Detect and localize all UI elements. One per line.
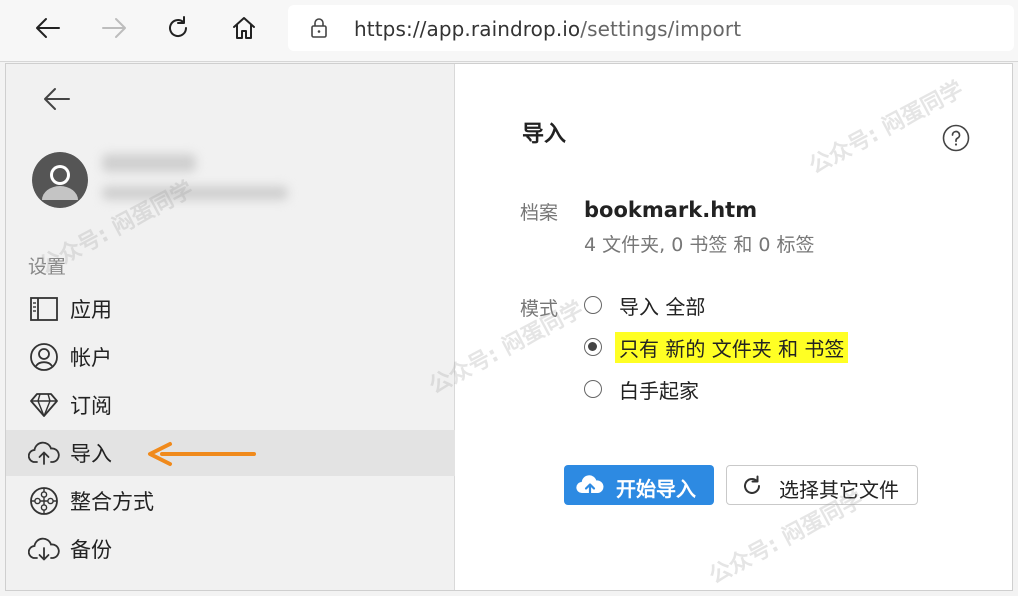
forward-arrow-icon (102, 18, 126, 38)
radio-button[interactable] (584, 296, 602, 314)
file-stats: 4 文件夹, 0 书签 和 0 标签 (584, 234, 815, 256)
start-import-button[interactable]: 开始导入 (564, 465, 714, 505)
address-bar[interactable]: https://app.raindrop.io/settings/import (288, 5, 1014, 51)
settings-section-label: 设置 (28, 256, 67, 278)
avatar[interactable] (32, 152, 88, 208)
app-frame: 设置 应用 帐户 订阅 导入 整合方式 备份 导入 档案 bookmark.ht… (5, 63, 1013, 591)
home-button[interactable] (224, 10, 264, 46)
layout-icon (28, 293, 60, 325)
sidebar-item-label: 导入 (70, 442, 112, 466)
user-circle-icon (28, 341, 60, 373)
import-panel: 导入 档案 bookmark.htm 4 文件夹, 0 书签 和 0 标签 模式… (456, 64, 1012, 590)
forward-button[interactable] (94, 10, 134, 46)
reload-icon (169, 16, 188, 37)
choose-other-file-label: 选择其它文件 (779, 478, 899, 502)
start-import-label: 开始导入 (616, 477, 696, 501)
url-path: /settings/import (580, 17, 742, 41)
cloud-download-icon (28, 533, 60, 565)
puzzle-icon (28, 485, 60, 517)
back-button[interactable] (28, 10, 68, 46)
home-icon (233, 17, 255, 39)
sidebar-item-label: 帐户 (70, 346, 112, 370)
mode-label: 模式 (520, 298, 559, 320)
lock-icon[interactable] (308, 17, 330, 39)
sidebar-item-label: 订阅 (70, 394, 112, 418)
cloud-upload-icon (576, 475, 604, 496)
sidebar-item-integrations[interactable]: 整合方式 (6, 478, 455, 524)
radio-label: 白手起家 (619, 378, 699, 403)
settings-sidebar: 设置 应用 帐户 订阅 导入 整合方式 备份 (6, 64, 455, 590)
back-arrow-icon (36, 18, 60, 38)
address-url[interactable]: https://app.raindrop.io/settings/import (354, 17, 741, 41)
user-name-blurred (102, 154, 196, 172)
file-label: 档案 (520, 202, 559, 224)
user-email-blurred (102, 186, 288, 200)
file-name: bookmark.htm (584, 198, 758, 222)
sidebar-item-account[interactable]: 帐户 (6, 334, 455, 380)
back-arrow-icon[interactable] (42, 86, 72, 112)
mode-option-import-all[interactable]: 导入 全部 (584, 290, 709, 320)
url-host: https://app.raindrop.io (354, 17, 581, 41)
choose-other-file-button[interactable]: 选择其它文件 (726, 465, 918, 505)
sidebar-item-label: 备份 (70, 538, 112, 562)
sidebar-item-label: 整合方式 (70, 490, 154, 514)
help-icon[interactable] (942, 124, 970, 152)
sidebar-item-subscription[interactable]: 订阅 (6, 382, 455, 428)
sidebar-item-app[interactable]: 应用 (6, 286, 455, 332)
mode-option-new-only[interactable]: 只有 新的 文件夹 和 书签 (584, 331, 849, 363)
radio-button[interactable] (584, 380, 602, 398)
radio-label: 只有 新的 文件夹 和 书签 (615, 331, 849, 363)
callout-arrow-icon (148, 442, 256, 466)
refresh-icon (744, 475, 760, 494)
cloud-upload-icon (28, 437, 60, 469)
page-title: 导入 (522, 122, 567, 147)
radio-label: 导入 全部 (619, 294, 706, 319)
user-icon (32, 152, 88, 208)
mode-option-from-scratch[interactable]: 白手起家 (584, 374, 703, 404)
diamond-icon (28, 389, 60, 421)
sidebar-item-label: 应用 (70, 298, 112, 322)
sidebar-item-backup[interactable]: 备份 (6, 526, 455, 572)
radio-button-selected[interactable] (584, 338, 602, 356)
reload-button[interactable] (158, 10, 198, 46)
browser-toolbar: https://app.raindrop.io/settings/import (0, 0, 1018, 62)
